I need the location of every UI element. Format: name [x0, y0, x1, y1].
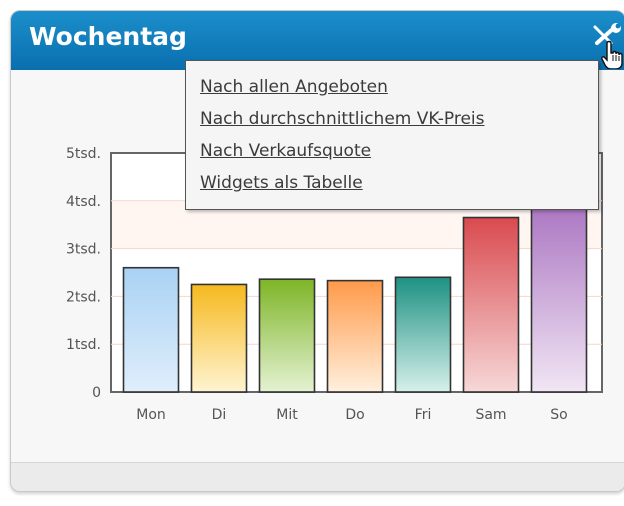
x-tick-label: Mon	[136, 407, 166, 423]
bar-sam	[462, 216, 520, 393]
y-tick-label: 4tsd.	[66, 194, 101, 210]
menu-item-widgets-table[interactable]: Widgets als Tabelle	[200, 173, 363, 193]
x-tick-label: Mit	[276, 407, 298, 423]
menu-item-sales-rate[interactable]: Nach Verkaufsquote	[200, 141, 371, 161]
x-tick-label: Sam	[475, 407, 506, 423]
y-tick-label: 3tsd.	[66, 242, 101, 258]
y-tick-label: 2tsd.	[66, 289, 101, 305]
bar-mon	[122, 266, 180, 393]
bar-di	[190, 283, 248, 393]
bar-fri	[394, 276, 452, 393]
y-tick-label: 5tsd.	[66, 146, 101, 162]
widget-options-menu: Nach allen Angeboten Nach durchschnittli…	[185, 60, 599, 210]
x-tick-label: So	[550, 407, 567, 423]
x-tick-label: Di	[212, 407, 227, 423]
x-tick-label: Fri	[415, 407, 432, 423]
bar-so	[530, 185, 588, 393]
y-tick-label: 0	[92, 385, 101, 401]
menu-item-avg-price[interactable]: Nach durchschnittlichem VK-Preis	[200, 109, 485, 129]
bar-mit	[258, 278, 316, 393]
y-tick-label: 1tsd.	[66, 337, 101, 353]
menu-item-all-offers[interactable]: Nach allen Angeboten	[200, 77, 388, 97]
x-tick-label: Do	[345, 407, 364, 423]
bar-do	[326, 279, 384, 393]
